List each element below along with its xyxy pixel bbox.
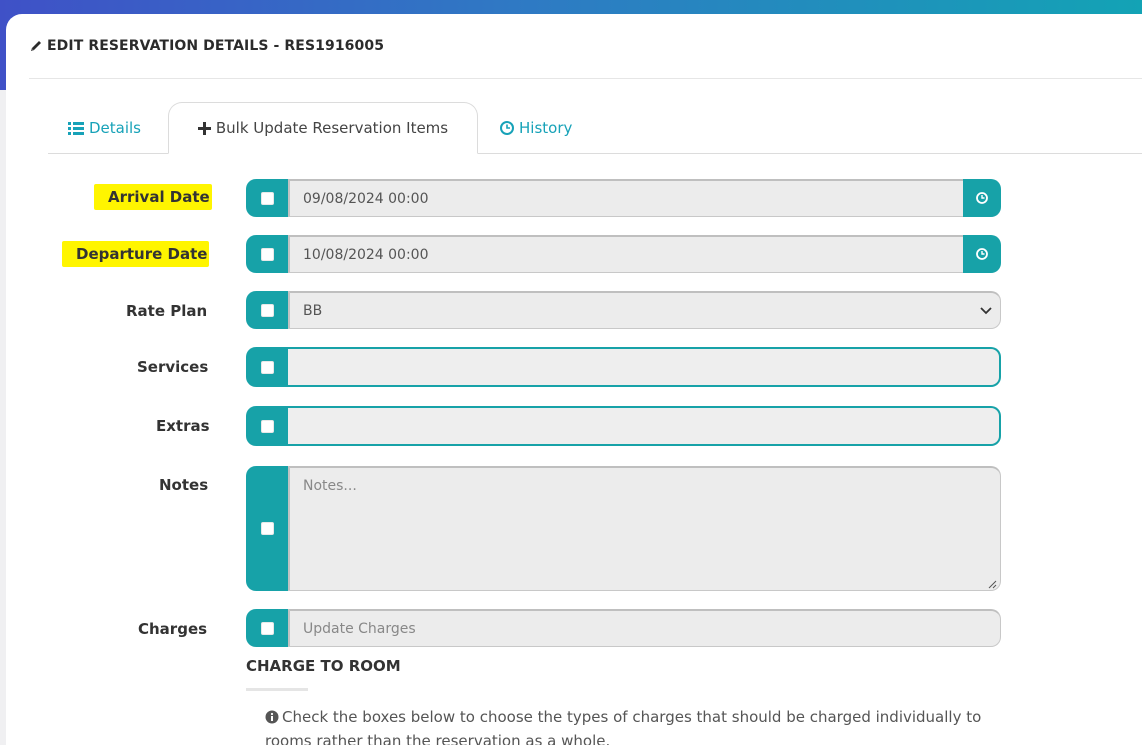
rate-plan-label: Rate Plan [126,302,208,320]
notes-placeholder: Notes... [303,478,357,494]
departure-date-field: 10/08/2024 00:00 [246,235,1001,273]
arrival-date-label: Arrival Date [94,184,212,210]
modal-title-text: EDIT RESERVATION DETAILS - RES1916005 [47,38,385,54]
charges-input[interactable]: Update Charges [288,609,1001,647]
tab-bar: Details Bulk Update Reservation Items Hi… [48,102,1142,154]
charge-to-room-info-text: Check the boxes below to choose the type… [265,708,982,745]
rate-plan-field: BB [246,291,1001,329]
services-checkbox-cap [246,347,288,387]
resize-handle-icon[interactable] [987,577,997,589]
pencil-icon [29,39,43,53]
charges-label: Charges [138,620,208,638]
modal-title: EDIT RESERVATION DETAILS - RES1916005 [29,38,384,54]
tab-details[interactable]: Details [68,102,141,154]
modal-header: EDIT RESERVATION DETAILS - RES1916005 [29,14,1142,79]
notes-checkbox-cap [246,466,288,591]
services-checkbox[interactable] [260,360,274,374]
extras-label: Extras [156,417,210,435]
departure-date-label: Departure Date [62,241,210,267]
section-divider [246,688,308,691]
clock-icon [976,189,988,208]
arrival-date-picker-button[interactable] [963,179,1001,217]
arrival-date-checkbox-cap [246,179,288,217]
charges-checkbox[interactable] [260,621,274,635]
notes-field: Notes... [246,466,1001,591]
info-icon [265,708,279,730]
charge-to-room-info: Check the boxes below to choose the type… [265,706,985,745]
rate-plan-checkbox[interactable] [260,303,274,317]
list-icon [68,121,84,135]
chevron-down-icon [980,303,992,319]
extras-input[interactable] [288,406,1001,446]
notes-textarea[interactable]: Notes... [288,466,1001,591]
tab-history-label: History [519,119,573,137]
departure-date-picker-button[interactable] [963,235,1001,273]
departure-date-checkbox[interactable] [260,247,274,261]
plus-icon [197,121,211,135]
extras-checkbox-cap [246,406,288,446]
extras-checkbox[interactable] [260,419,274,433]
tab-history[interactable]: History [500,102,572,154]
services-input[interactable] [288,347,1001,387]
charge-to-room-heading: CHARGE TO ROOM [246,657,401,675]
extras-field [246,406,1001,446]
rate-plan-checkbox-cap [246,291,288,329]
rate-plan-select[interactable]: BB [288,291,1001,329]
clock-icon [976,245,988,264]
arrival-date-field: 09/08/2024 00:00 [246,179,1001,217]
tab-details-label: Details [89,119,142,137]
notes-label: Notes [159,476,209,494]
tab-bulk-update[interactable]: Bulk Update Reservation Items [168,102,478,154]
departure-date-input[interactable]: 10/08/2024 00:00 [288,235,963,273]
charges-checkbox-cap [246,609,288,647]
services-label: Services [137,358,209,376]
departure-date-checkbox-cap [246,235,288,273]
notes-checkbox[interactable] [260,522,274,535]
rate-plan-value: BB [303,302,323,319]
tab-bulk-update-label: Bulk Update Reservation Items [215,119,449,137]
services-field [246,347,1001,387]
charges-field: Update Charges [246,609,1001,647]
edit-reservation-modal: EDIT RESERVATION DETAILS - RES1916005 De… [6,14,1142,745]
arrival-date-input[interactable]: 09/08/2024 00:00 [288,179,963,217]
arrival-date-checkbox[interactable] [260,191,274,205]
clock-icon [500,121,514,135]
